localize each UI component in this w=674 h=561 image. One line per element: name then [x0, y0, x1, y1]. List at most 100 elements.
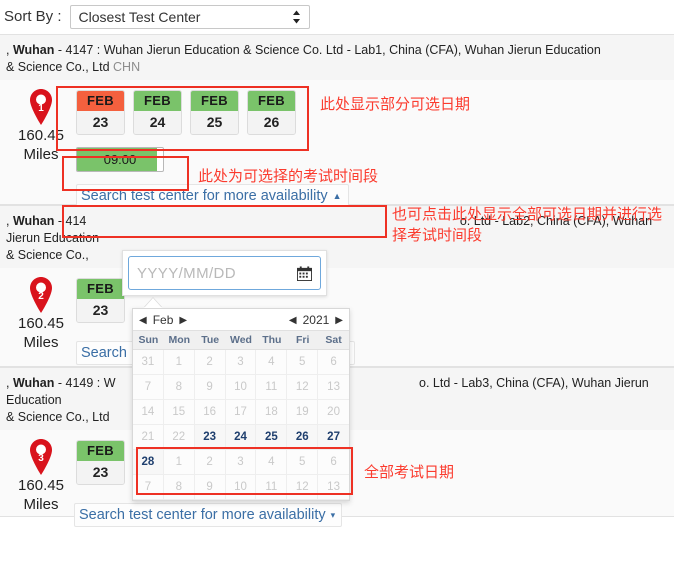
date-badge-day: 25	[191, 111, 238, 134]
date-badge-day: 24	[134, 111, 181, 134]
datepicker-popup[interactable]: YYYY/MM/DD ◀ Feb ▶ ◀ 2021 ▶ Sun Mon Tue …	[122, 250, 350, 501]
calendar-day-disabled: 31	[133, 350, 164, 375]
date-badge[interactable]: FEB 25	[190, 90, 239, 135]
center-country-code: CHN	[113, 60, 141, 74]
search-more-availability-label: Search test center for more availability	[79, 507, 326, 523]
calendar-month-label: Feb	[152, 313, 174, 327]
center-city: Wuhan	[12, 376, 55, 390]
center-details-line2: & Science Co.,	[6, 248, 89, 262]
chevron-up-icon: ▲	[332, 191, 342, 201]
calendar-weekday: Sun	[138, 334, 159, 346]
date-badge-month: FEB	[191, 91, 238, 111]
calendar-day-available[interactable]: 25	[256, 425, 288, 450]
calendar-weekday-header: Sun Mon Tue Wed Thu Fri Sat	[133, 330, 349, 350]
center-prefix: ,	[6, 214, 13, 228]
calendar-day-available[interactable]: 23	[194, 425, 226, 450]
calendar-day-grid[interactable]: 31 1 2 3 4 5 6 7 8 9 10 11 12 13 14 15 16 17 18 19 20 21 22 23 2…	[133, 350, 349, 500]
calendar-day-disabled: 2	[194, 350, 226, 375]
calendar-day-available[interactable]: 28	[133, 450, 164, 475]
date-badge-day: 23	[77, 111, 124, 134]
calendar-day-disabled: 7	[133, 475, 164, 500]
date-badge[interactable]: FEB 23	[76, 278, 125, 323]
distance-value-1: 160.45	[18, 127, 64, 144]
map-pin-icon-3: 3	[27, 438, 55, 476]
calendar-day-disabled: 17	[225, 400, 257, 425]
sort-bar: Sort By : Closest Test Center	[0, 0, 674, 34]
date-badge[interactable]: FEB 23	[76, 90, 125, 135]
calendar-day-disabled: 8	[163, 475, 195, 500]
calendar-day-disabled: 11	[256, 475, 288, 500]
pin-number-3: 3	[38, 453, 44, 464]
spinner-arrows-icon[interactable]	[292, 10, 301, 23]
calendar-day-disabled: 18	[256, 400, 288, 425]
annotation-time-slots: 此处为可选择的考试时间段	[198, 167, 379, 185]
calendar-day-available[interactable]: 24	[225, 425, 257, 450]
calendar-day-disabled: 5	[287, 350, 319, 375]
calendar-day-disabled: 1	[163, 450, 195, 475]
test-center-title-1: , Wuhan - 4147 : Wuhan Jierun Education …	[0, 35, 674, 80]
calendar-day-available[interactable]: 27	[318, 425, 349, 450]
date-input-placeholder: YYYY/MM/DD	[137, 264, 237, 282]
time-slot-label: 09:00	[103, 152, 137, 167]
date-badge-month: FEB	[77, 91, 124, 111]
distance-col-2: 2 160.45 Miles	[8, 272, 74, 365]
calendar-day-disabled: 4	[256, 450, 288, 475]
center-details-line1: - 4149 : W	[54, 376, 116, 390]
calendar-icon[interactable]	[297, 265, 312, 281]
search-more-availability-link-3[interactable]: Search test center for more availability…	[74, 503, 343, 527]
pin-number-1: 1	[38, 103, 44, 114]
annotation-expand-all: 也可点击此处显示全部可选日期并进行选择考试时间段	[392, 205, 663, 244]
center-prefix: ,	[6, 43, 13, 57]
date-badge[interactable]: FEB 24	[133, 90, 182, 135]
calendar-day-disabled: 19	[287, 400, 319, 425]
date-input[interactable]: YYYY/MM/DD	[128, 256, 321, 290]
date-badge[interactable]: FEB 23	[76, 440, 125, 485]
calendar-day-disabled: 10	[225, 475, 257, 500]
calendar-weekday: Fri	[296, 334, 310, 346]
prev-year-button[interactable]: ◀	[289, 315, 297, 326]
distance-unit-2: Miles	[23, 334, 59, 351]
datepicker-input-container: YYYY/MM/DD	[122, 250, 327, 296]
distance-col-1: 1 160.45 Miles	[8, 84, 74, 208]
datepicker-arrow-icon	[144, 298, 162, 308]
center-city: Wuhan	[12, 214, 55, 228]
calendar-day-disabled: 22	[163, 425, 195, 450]
date-badge-month: FEB	[134, 91, 181, 111]
calendar-day-disabled: 21	[133, 425, 164, 450]
calendar-day-disabled: 2	[194, 450, 226, 475]
prev-month-button[interactable]: ◀	[139, 315, 147, 326]
calendar-day-disabled: 3	[225, 450, 257, 475]
datepicker-calendar[interactable]: ◀ Feb ▶ ◀ 2021 ▶ Sun Mon Tue Wed Thu Fri Sat 3…	[132, 308, 350, 501]
center-details-line2: & Science Co., Ltd	[6, 410, 110, 424]
calendar-day-disabled: 9	[194, 475, 226, 500]
calendar-weekday: Wed	[230, 334, 252, 346]
date-badge[interactable]: FEB 26	[247, 90, 296, 135]
map-pin-icon-2: 2	[27, 276, 55, 314]
calendar-day-disabled: 6	[318, 350, 349, 375]
center-city: Wuhan	[12, 43, 55, 57]
date-badge-day: 26	[248, 111, 295, 134]
date-badge-day: 23	[77, 461, 124, 484]
calendar-day-disabled: 15	[163, 400, 195, 425]
calendar-header: ◀ Feb ▶ ◀ 2021 ▶	[133, 309, 349, 330]
calendar-weekday: Tue	[201, 334, 220, 346]
calendar-day-disabled: 12	[287, 375, 319, 400]
map-pin-icon-1: 1	[27, 88, 55, 126]
next-month-button[interactable]: ▶	[179, 315, 187, 326]
annotation-all-dates: 全部考试日期	[364, 463, 455, 481]
distance-col-3: 3 160.45 Miles	[8, 434, 74, 527]
distance-value-3: 160.45	[18, 477, 64, 494]
calendar-day-disabled: 13	[318, 375, 349, 400]
calendar-day-disabled: 3	[225, 350, 257, 375]
chevron-down-icon: ▾	[330, 509, 336, 520]
calendar-weekday: Mon	[168, 334, 191, 346]
calendar-day-disabled: 6	[318, 450, 349, 475]
sort-by-label: Sort By :	[4, 8, 62, 25]
time-slot-button[interactable]: 09:00	[76, 147, 164, 172]
sort-by-select[interactable]: Closest Test Center	[69, 4, 310, 29]
center-prefix: ,	[6, 376, 13, 390]
calendar-day-available[interactable]: 26	[287, 425, 319, 450]
calendar-day-disabled: 1	[163, 350, 195, 375]
date-badge-day: 23	[77, 299, 124, 322]
next-year-button[interactable]: ▶	[335, 315, 343, 326]
